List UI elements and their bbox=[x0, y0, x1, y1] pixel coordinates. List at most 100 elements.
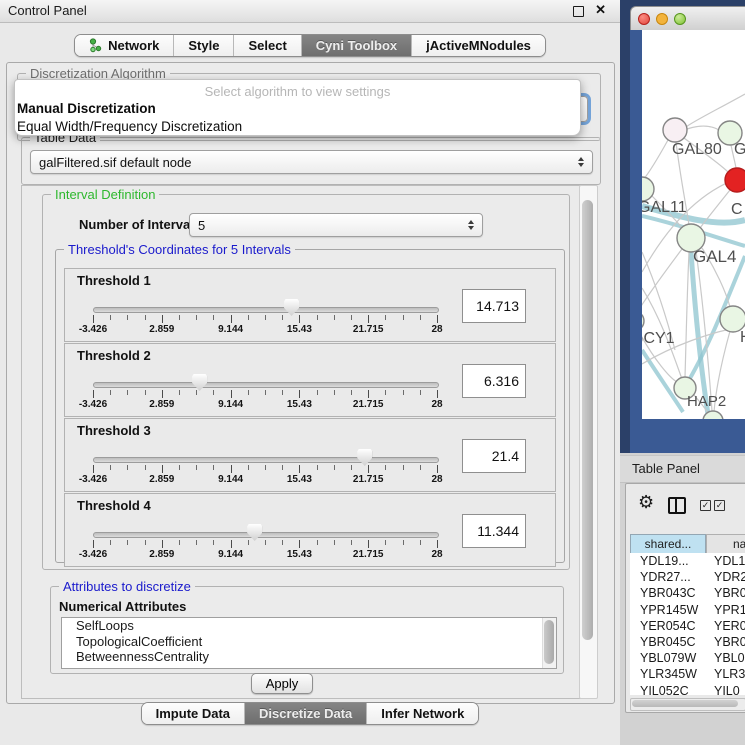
tab-jactivemnodules[interactable]: jActiveMNodules bbox=[411, 35, 545, 56]
minimize-traffic-light-icon[interactable] bbox=[656, 13, 668, 25]
table-cell: YBR043C bbox=[630, 586, 706, 600]
threshold-slider-track[interactable] bbox=[93, 532, 439, 538]
table-row[interactable]: YBL079WYBL0 bbox=[630, 650, 745, 666]
table-row[interactable]: YDR27...YDR2 bbox=[630, 569, 745, 585]
network-node[interactable] bbox=[642, 311, 644, 331]
tab-impute-data[interactable]: Impute Data bbox=[142, 703, 244, 724]
network-focus-frame: GAL80GAGAL11CGAL4GCY1HHAP2 bbox=[630, 30, 745, 453]
threshold-panel-4: Threshold 4-3.4262.8599.14415.4321.71528… bbox=[64, 493, 556, 567]
table-row[interactable]: YBR045CYBR0 bbox=[630, 634, 745, 650]
slider-tick bbox=[282, 540, 283, 545]
apply-button[interactable]: Apply bbox=[251, 673, 313, 694]
vertical-scrollbar[interactable] bbox=[579, 185, 598, 699]
slider-tick bbox=[231, 465, 232, 473]
vertical-scrollbar-thumb[interactable] bbox=[582, 200, 593, 640]
slider-tick bbox=[110, 465, 111, 470]
slider-tick bbox=[385, 465, 386, 470]
threshold-value-field[interactable]: 6.316 bbox=[462, 364, 526, 398]
slider-tick bbox=[265, 540, 266, 545]
network-node[interactable] bbox=[642, 177, 654, 201]
horizontal-scrollbar[interactable] bbox=[630, 698, 745, 711]
slider-tick bbox=[196, 465, 197, 470]
tab-network[interactable]: Network bbox=[75, 35, 173, 56]
table-row[interactable]: YDL19...YDL1 bbox=[630, 553, 745, 569]
table-row[interactable]: YBR043CYBR0 bbox=[630, 585, 745, 601]
list-item-selfloops[interactable]: SelfLoops bbox=[62, 618, 556, 634]
list-item-betweennesscentrality[interactable]: BetweennessCentrality bbox=[62, 649, 556, 665]
slider-tick bbox=[110, 540, 111, 545]
table-cell: YBL0 bbox=[706, 651, 745, 665]
threshold-value-field[interactable]: 14.713 bbox=[462, 289, 526, 323]
network-edge[interactable] bbox=[643, 140, 668, 180]
slider-tick bbox=[299, 540, 300, 548]
table-cell: YIL052C bbox=[630, 684, 706, 695]
slider-tick bbox=[317, 540, 318, 545]
list-scrollbar[interactable] bbox=[542, 618, 556, 668]
tab-style[interactable]: Style bbox=[173, 35, 233, 56]
checkbox-icon[interactable]: ✓ bbox=[714, 500, 725, 511]
threshold-value-field[interactable]: 11.344 bbox=[462, 514, 526, 548]
table-row[interactable]: YER054CYER0 bbox=[630, 618, 745, 634]
threshold-slider-thumb[interactable] bbox=[247, 524, 262, 541]
numerical-attributes-list[interactable]: SelfLoopsTopologicalCoefficientBetweenne… bbox=[61, 617, 557, 669]
table-data-combobox-value: galFiltered.sif default node bbox=[39, 155, 191, 170]
table-cell: YDR27... bbox=[630, 570, 706, 584]
slider-tick bbox=[385, 390, 386, 395]
table-data-combobox[interactable]: galFiltered.sif default node bbox=[30, 150, 593, 174]
network-canvas[interactable]: GAL80GAGAL11CGAL4GCY1HHAP2 bbox=[642, 30, 745, 419]
list-scrollbar-thumb[interactable] bbox=[544, 620, 554, 664]
slider-tick bbox=[334, 465, 335, 470]
threshold-slider-track[interactable] bbox=[93, 457, 439, 463]
split-columns-icon[interactable] bbox=[668, 497, 686, 514]
tab-label: Cyni Toolbox bbox=[316, 38, 397, 53]
slider-tick-label: 21.715 bbox=[353, 549, 384, 560]
checkbox-icon[interactable]: ✓ bbox=[700, 500, 711, 511]
table-column-header-shared[interactable]: shared... bbox=[630, 534, 706, 554]
threshold-slider-thumb[interactable] bbox=[357, 449, 372, 466]
table-row[interactable]: YPR145WYPR1 bbox=[630, 602, 745, 618]
slider-tick bbox=[213, 465, 214, 470]
number-of-intervals-combobox[interactable]: 5 bbox=[189, 213, 483, 237]
network-edge[interactable] bbox=[687, 126, 719, 130]
slider-tick bbox=[145, 465, 146, 470]
threshold-slider-track[interactable] bbox=[93, 382, 439, 388]
network-window-titlebar[interactable] bbox=[630, 6, 745, 32]
threshold-value-field[interactable]: 21.4 bbox=[462, 439, 526, 473]
threshold-slider-track[interactable] bbox=[93, 307, 439, 313]
tab-infer-network[interactable]: Infer Network bbox=[366, 703, 478, 724]
table-rows: YDL19...YDL1YDR27...YDR2YBR043CYBR0YPR14… bbox=[630, 553, 745, 695]
slider-tick bbox=[127, 315, 128, 320]
network-edge[interactable] bbox=[685, 252, 689, 377]
slider-tick-label: 28 bbox=[431, 474, 442, 485]
zoom-traffic-light-icon[interactable] bbox=[674, 13, 686, 25]
slider-tick bbox=[127, 540, 128, 545]
network-node[interactable] bbox=[663, 118, 687, 142]
popup-options: Manual DiscretizationEqual Width/Frequen… bbox=[15, 99, 580, 135]
threshold-slider-thumb[interactable] bbox=[284, 299, 299, 316]
slider-tick bbox=[265, 465, 266, 470]
tab-discretize-data[interactable]: Discretize Data bbox=[244, 703, 366, 724]
slider-tick bbox=[231, 540, 232, 548]
slider-tick-label: 21.715 bbox=[353, 399, 384, 410]
close-window-icon[interactable]: ✕ bbox=[595, 2, 606, 18]
tab-select[interactable]: Select bbox=[233, 35, 300, 56]
gear-icon[interactable]: ⚙ bbox=[638, 492, 654, 513]
list-item-topologicalcoefficient[interactable]: TopologicalCoefficient bbox=[62, 634, 556, 650]
slider-tick bbox=[213, 540, 214, 545]
table-column-header-na[interactable]: na bbox=[706, 534, 745, 554]
tab-cyni-toolbox[interactable]: Cyni Toolbox bbox=[301, 35, 411, 56]
float-window-icon[interactable] bbox=[573, 6, 584, 17]
popup-option-manual-discretization[interactable]: Manual Discretization bbox=[15, 99, 580, 117]
slider-tick-label: 15.43 bbox=[287, 324, 312, 335]
table-row[interactable]: YLR345WYLR3 bbox=[630, 666, 745, 682]
close-traffic-light-icon[interactable] bbox=[638, 13, 650, 25]
table-row[interactable]: YIL052CYIL0 bbox=[630, 683, 745, 696]
table-panel-titlebar: Table Panel bbox=[620, 455, 745, 483]
threshold-slider-thumb[interactable] bbox=[192, 374, 207, 391]
popup-option-equal-width-frequency-discretization[interactable]: Equal Width/Frequency Discretization bbox=[15, 117, 580, 135]
table-header-row: shared...na bbox=[630, 534, 745, 554]
slider-tick bbox=[420, 390, 421, 395]
horizontal-scrollbar-thumb[interactable] bbox=[632, 700, 738, 707]
network-node[interactable] bbox=[725, 168, 745, 192]
attributes-group: Attributes to discretize Numerical Attri… bbox=[50, 586, 564, 674]
